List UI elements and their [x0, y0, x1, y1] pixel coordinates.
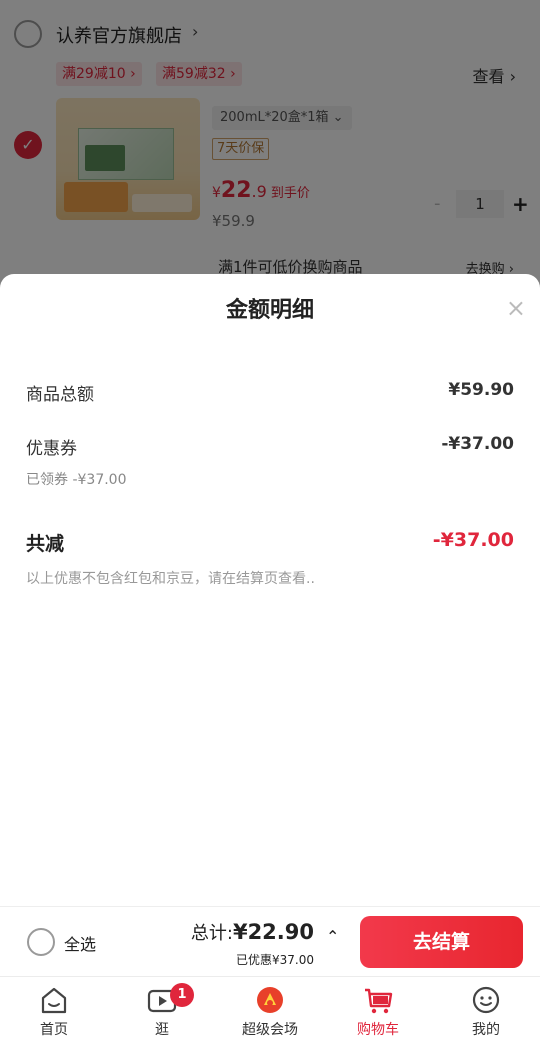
discount-note: 以上优惠不包含红包和京豆，请在结算页查看..	[26, 571, 315, 587]
close-icon[interactable]: ×	[506, 294, 526, 322]
sheet-title: 金额明细	[225, 298, 314, 323]
amount-detail-sheet: 金额明细 × 商品总额 ¥59.90 优惠券 -¥37.00 已领券 -¥37.…	[0, 274, 540, 906]
profile-icon	[472, 986, 500, 1014]
tab-cart[interactable]: 购物车	[324, 977, 432, 1045]
tab-super-venue[interactable]: 超级会场	[216, 977, 324, 1045]
notification-badge: 1	[170, 983, 194, 1007]
super-venue-icon	[257, 987, 283, 1013]
dim-overlay[interactable]	[0, 0, 540, 300]
reduction-value: -¥37.00	[432, 529, 514, 551]
tab-profile[interactable]: 我的	[432, 977, 540, 1045]
tab-browse[interactable]: 1 逛	[108, 977, 216, 1045]
checkout-button[interactable]: 去结算	[360, 916, 523, 968]
chevron-up-icon[interactable]: ⌃	[326, 927, 339, 946]
checkout-bar: 全选 总计:¥22.90 已优惠¥37.00 ⌃ 去结算	[0, 906, 540, 976]
total-prefix: 总计:	[190, 923, 233, 944]
coupon-value: -¥37.00	[441, 434, 514, 454]
home-icon	[41, 987, 67, 1014]
coupon-sub-text: 已领券 -¥37.00	[26, 472, 127, 488]
goods-total-value: ¥59.90	[448, 380, 514, 400]
cart-icon	[365, 988, 393, 1014]
total-value: ¥22.90	[232, 920, 314, 944]
coupon-label: 优惠券	[26, 439, 77, 459]
saved-amount: 已优惠¥37.00	[236, 953, 314, 967]
select-all-label[interactable]: 全选	[64, 931, 96, 955]
tab-home[interactable]: 首页	[0, 977, 108, 1045]
tab-label: 购物车	[357, 1022, 399, 1038]
bottom-tab-bar: 首页 1 逛 超级会场 购物车 我的	[0, 976, 540, 1045]
select-all-radio[interactable]	[27, 928, 55, 956]
tab-label: 超级会场	[242, 1022, 298, 1038]
tab-label: 首页	[40, 1022, 68, 1038]
tab-label: 逛	[155, 1022, 169, 1038]
total-amount: 总计:¥22.90	[191, 919, 314, 945]
reduction-label: 共减	[26, 533, 65, 555]
tab-label: 我的	[472, 1022, 500, 1038]
goods-total-label: 商品总额	[26, 385, 94, 405]
